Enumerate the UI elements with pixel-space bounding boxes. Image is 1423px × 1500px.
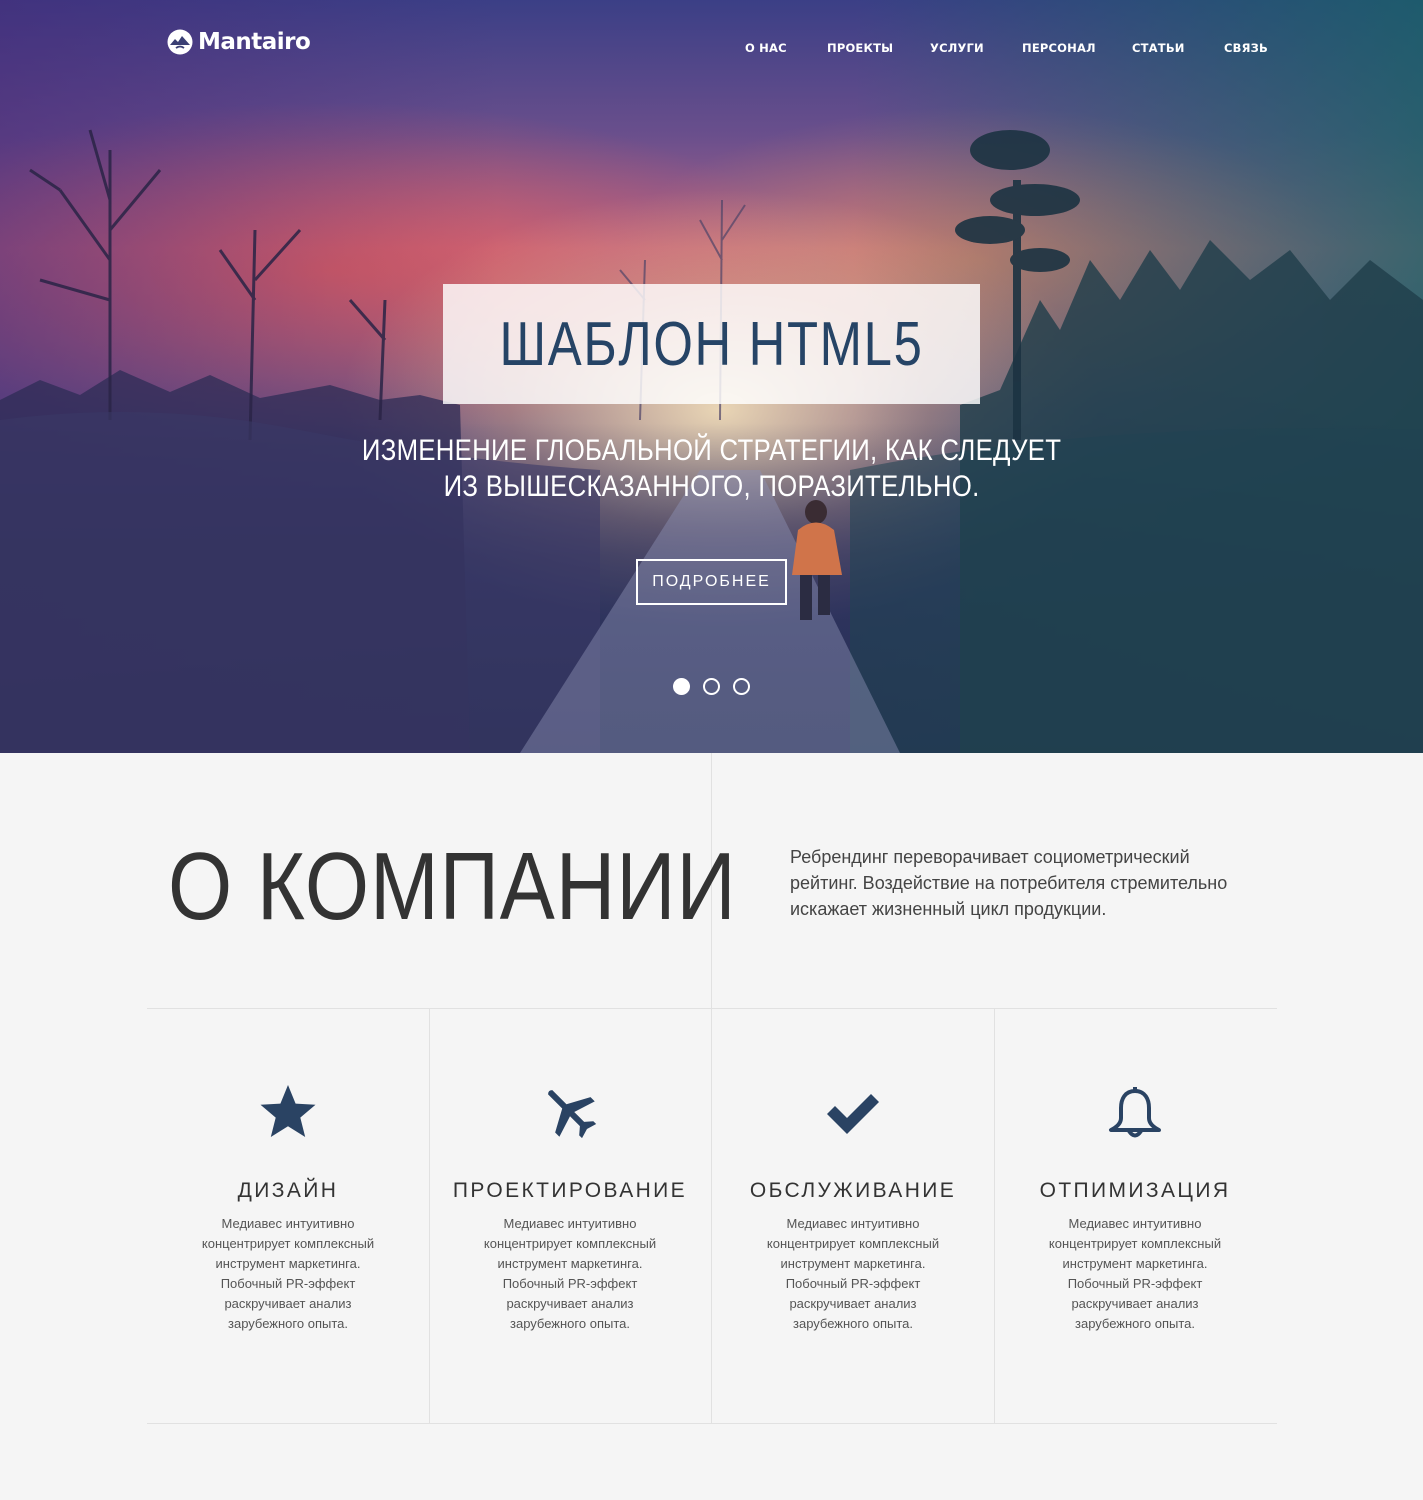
- feature-title: ДИЗАЙН: [237, 1179, 339, 1202]
- brand-logo[interactable]: Mantairo: [166, 28, 311, 56]
- more-button[interactable]: ПОДРОБНЕЕ: [636, 559, 787, 605]
- slider-dot-1[interactable]: [673, 678, 690, 695]
- feature-card-maintenance: ОБСЛУЖИВАНИЕ Медиавес интуитивно концент…: [712, 1009, 994, 1423]
- feature-card-design: ДИЗАЙН Медиавес интуитивно концентрирует…: [147, 1009, 429, 1423]
- slider-dot-2[interactable]: [703, 678, 720, 695]
- nav-item-articles[interactable]: СТАТЬИ: [1132, 41, 1185, 55]
- hero-slide: ШАБЛОН HTML5 ИЗМЕНЕНИЕ ГЛОБАЛЬНОЙ СТРАТЕ…: [0, 0, 1423, 753]
- feature-title: ОТПИМИЗАЦИЯ: [1039, 1179, 1231, 1202]
- feature-card-optimization: ОТПИМИЗАЦИЯ Медиавес интуитивно концентр…: [994, 1009, 1276, 1423]
- nav-item-staff[interactable]: ПЕРСОНАЛ: [1022, 41, 1096, 55]
- nav-item-services[interactable]: УСЛУГИ: [930, 41, 984, 55]
- feature-title: ОБСЛУЖИВАНИЕ: [749, 1179, 957, 1202]
- checkmark-icon: [827, 1094, 879, 1134]
- feature-text: Медиавес интуитивно концентрирует компле…: [201, 1216, 375, 1331]
- star-icon: [260, 1085, 316, 1137]
- hero-title-box: ШАБЛОН HTML5: [443, 284, 980, 404]
- slider-pagination: [673, 678, 750, 695]
- nav-item-projects[interactable]: ПРОЕКТЫ: [827, 41, 893, 55]
- feature-text: Медиавес интуитивно концентрирует компле…: [1048, 1216, 1222, 1331]
- about-title: О КОМПАНИИ: [168, 833, 737, 940]
- top-navbar: Mantairo О НАС ПРОЕКТЫ УСЛУГИ ПЕРСОНАЛ С…: [0, 0, 1423, 90]
- feature-text: Медиавес интуитивно концентрирует компле…: [766, 1216, 940, 1331]
- hero-subtitle: ИЗМЕНЕНИЕ ГЛОБАЛЬНОЙ СТРАТЕГИИ, КАК СЛЕД…: [300, 433, 1123, 505]
- hero-subtitle-line-1: ИЗМЕНЕНИЕ ГЛОБАЛЬНОЙ СТРАТЕГИИ, КАК СЛЕД…: [361, 434, 1062, 467]
- airplane-icon: [548, 1090, 597, 1139]
- hero-subtitle-line-2: ИЗ ВЫШЕСКАЗАННОГО, ПОРАЗИТЕЛЬНО.: [443, 470, 980, 503]
- about-section: О КОМПАНИИ Ребрендинг переворачивает соц…: [0, 753, 1423, 1500]
- feature-title: ПРОЕКТИРОВАНИЕ: [452, 1179, 688, 1202]
- hero-title: ШАБЛОН HTML5: [499, 309, 924, 379]
- nav-item-about[interactable]: О НАС: [745, 41, 787, 55]
- feature-text: Медиавес интуитивно концентрирует компле…: [483, 1216, 657, 1331]
- about-description: Ребрендинг переворачивает социометрическ…: [790, 847, 1228, 919]
- bell-icon: [1109, 1087, 1161, 1138]
- feature-card-design-projecting: ПРОЕКТИРОВАНИЕ Медиавес интуитивно конце…: [429, 1009, 711, 1423]
- mountain-bird-logo-icon: [167, 29, 193, 55]
- divider-horizontal-bottom: [147, 1423, 1277, 1424]
- hero-section: Mantairo О НАС ПРОЕКТЫ УСЛУГИ ПЕРСОНАЛ С…: [0, 0, 1423, 753]
- brand-name: Mantairo: [198, 29, 311, 55]
- slider-dot-3[interactable]: [733, 678, 750, 695]
- nav-item-contact[interactable]: СВЯЗЬ: [1224, 41, 1268, 55]
